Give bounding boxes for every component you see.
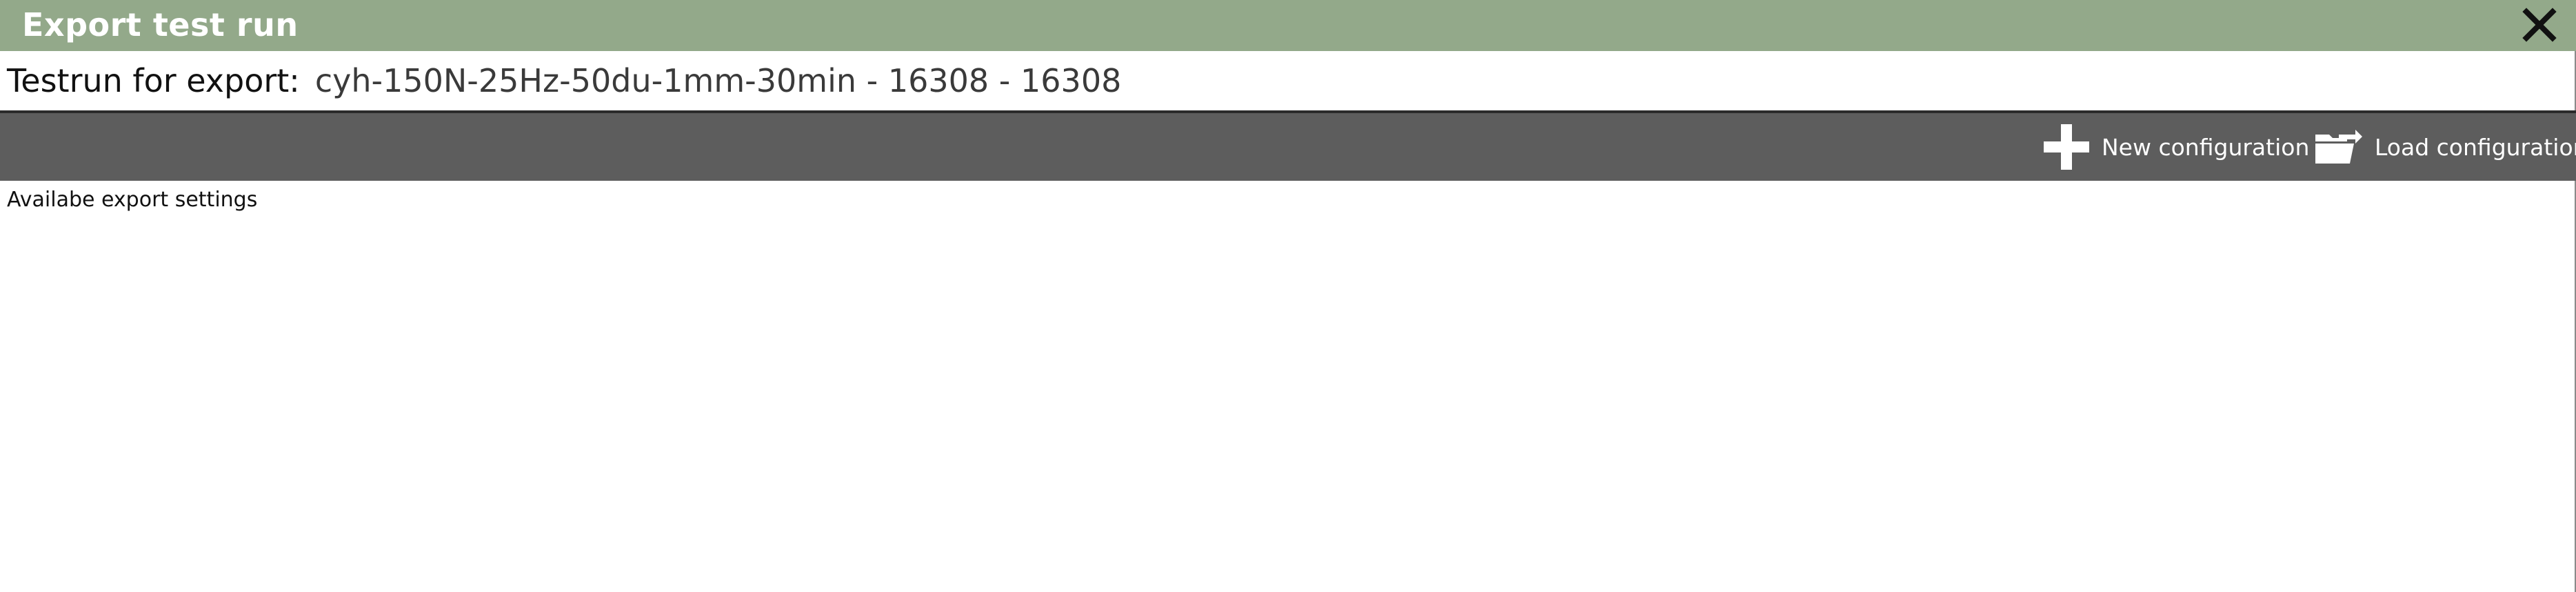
folder-load-icon: [2315, 130, 2362, 164]
new-configuration-label: New configuration: [2102, 133, 2310, 161]
load-configuration-button[interactable]: Load configuration: [2314, 113, 2576, 181]
new-configuration-button[interactable]: New configuration: [2042, 113, 2309, 181]
plus-icon: [2044, 124, 2089, 170]
load-configuration-label: Load configuration: [2375, 133, 2576, 161]
testrun-value: cyh-150N-25Hz-50du-1mm-30min - 16308 - 1…: [314, 62, 1122, 99]
testrun-label: Testrun for export:: [7, 62, 300, 99]
testrun-info: Testrun for export: cyh-150N-25Hz-50du-1…: [0, 51, 2576, 113]
title-bar: Export test run: [0, 0, 2576, 51]
export-settings-label: Availabe export settings: [7, 188, 258, 212]
dialog-title: Export test run: [22, 6, 299, 43]
close-icon: [2522, 8, 2557, 42]
export-dialog: Export test run Testrun for export: cyh-…: [0, 0, 2576, 592]
toolbar: New configuration Load configuration: [0, 113, 2576, 181]
close-button[interactable]: [2519, 5, 2559, 45]
